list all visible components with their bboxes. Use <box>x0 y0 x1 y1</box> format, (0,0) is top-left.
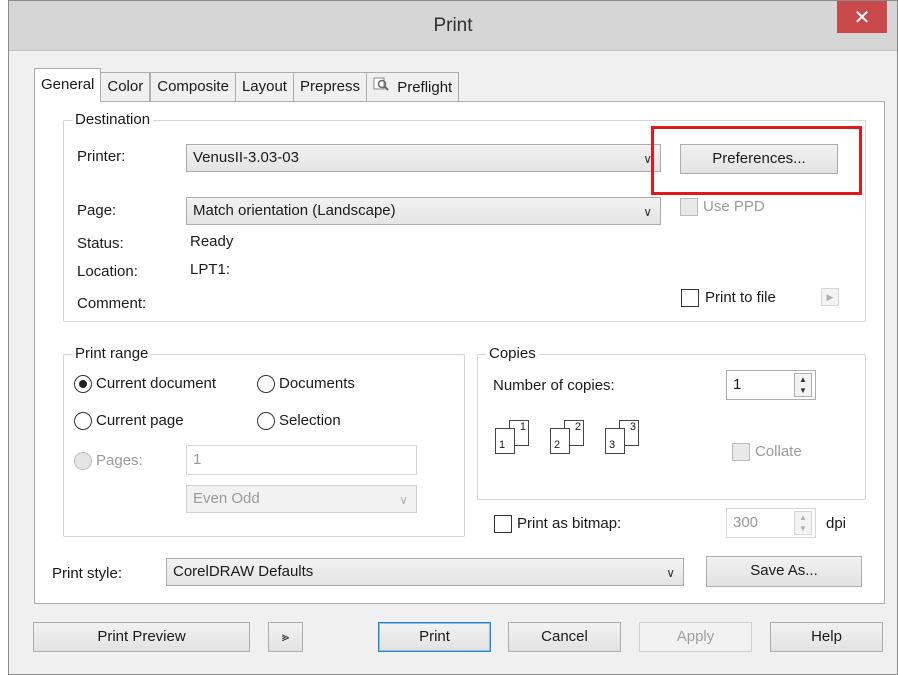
tab-composite[interactable]: Composite <box>150 72 236 102</box>
tab-strip: General Color Composite Layout Prepress … <box>34 68 460 102</box>
double-arrow-icon: ⪢ <box>281 629 290 644</box>
destination-legend: Destination <box>72 111 154 129</box>
print-to-file-label: Print to file <box>705 289 776 306</box>
tab-preflight[interactable]: Preflight <box>367 72 460 102</box>
printer-value: VenusII-3.03-03 <box>193 149 299 166</box>
use-ppd-label: Use PPD <box>703 198 765 215</box>
close-icon: ✕ <box>853 6 871 29</box>
tab-color[interactable]: Color <box>101 72 151 102</box>
magnifier-icon <box>373 73 393 101</box>
even-odd-value: Even Odd <box>193 490 260 507</box>
chevron-down-icon: ∨ <box>643 205 652 219</box>
print-as-bitmap-checkbox[interactable] <box>494 515 512 533</box>
number-of-copies-label: Number of copies: <box>493 377 615 394</box>
current-document-radio[interactable] <box>74 375 92 393</box>
sheet-front: 3 <box>605 428 625 454</box>
pages-input[interactable]: 1 <box>186 445 417 475</box>
highlight-box <box>651 126 862 195</box>
print-to-file-checkbox[interactable] <box>681 289 699 307</box>
collate-label: Collate <box>755 443 802 460</box>
current-page-radio[interactable] <box>74 412 92 430</box>
apply-button[interactable]: Apply <box>639 622 752 652</box>
selection-radio[interactable] <box>257 412 275 430</box>
print-preview-button[interactable]: Print Preview <box>33 622 250 652</box>
dpi-value: 300 <box>733 514 759 531</box>
print-style-value: CorelDRAW Defaults <box>173 563 314 580</box>
sheet-front: 2 <box>550 428 570 454</box>
pages-label: Pages: <box>96 452 143 469</box>
selection-label: Selection <box>279 412 341 429</box>
tab-prepress[interactable]: Prepress <box>293 72 368 102</box>
collate-copy-2-icon: 2 2 <box>546 420 596 456</box>
copies-value: 1 <box>733 376 742 393</box>
printer-label: Printer: <box>77 148 126 165</box>
help-button[interactable]: Help <box>770 622 883 652</box>
print-range-legend: Print range <box>72 345 152 363</box>
save-as-button[interactable]: Save As... <box>706 556 862 587</box>
comment-label: Comment: <box>77 295 147 312</box>
documents-radio[interactable] <box>257 375 275 393</box>
tab-general[interactable]: General <box>34 68 102 102</box>
close-button[interactable]: ✕ <box>837 1 887 33</box>
status-label: Status: <box>77 235 124 252</box>
page-label: Page: <box>77 202 117 219</box>
copies-legend: Copies <box>486 345 539 363</box>
print-as-bitmap-label: Print as bitmap: <box>517 515 622 532</box>
sheet-front: 1 <box>495 428 515 454</box>
print-button[interactable]: Print <box>378 622 491 652</box>
play-arrow-icon[interactable]: ▶ <box>821 288 839 306</box>
page-value: Match orientation (Landscape) <box>193 202 396 219</box>
collate-checkbox[interactable] <box>732 443 750 461</box>
current-page-label: Current page <box>96 412 184 429</box>
current-document-label: Current document <box>96 375 217 392</box>
dpi-spinner[interactable]: ▲ ▼ <box>794 511 812 535</box>
copies-spinner[interactable]: ▲ ▼ <box>794 373 812 397</box>
status-value: Ready <box>190 233 234 250</box>
window-title: Print <box>433 15 473 36</box>
use-ppd-checkbox[interactable] <box>680 198 698 216</box>
location-label: Location: <box>77 263 138 280</box>
print-style-label: Print style: <box>52 565 123 582</box>
preview-toggle-button[interactable]: ⪢ <box>268 622 303 652</box>
tab-preflight-label: Preflight <box>397 79 453 96</box>
chevron-down-icon: ∨ <box>399 493 408 507</box>
cancel-button[interactable]: Cancel <box>508 622 621 652</box>
chevron-down-icon: ∨ <box>666 566 675 580</box>
general-tab-panel: Destination Printer: VenusII-3.03-03 ∨ P… <box>34 101 885 604</box>
collate-copy-3-icon: 3 3 <box>601 420 651 456</box>
printer-select[interactable]: VenusII-3.03-03 ∨ <box>186 144 661 172</box>
title-bar[interactable]: Print ✕ <box>9 1 897 51</box>
pages-radio[interactable] <box>74 452 92 470</box>
collate-copy-1-icon: 1 1 <box>491 420 541 456</box>
location-value: LPT1: <box>190 261 231 278</box>
documents-label: Documents <box>279 375 355 392</box>
page-select[interactable]: Match orientation (Landscape) ∨ <box>186 197 661 225</box>
print-style-select[interactable]: CorelDRAW Defaults ∨ <box>166 558 684 586</box>
print-dialog: Print ✕ General Color Composite Layout P… <box>8 0 898 675</box>
even-odd-select[interactable]: Even Odd ∨ <box>186 485 417 513</box>
dpi-unit: dpi <box>826 515 847 532</box>
tab-layout[interactable]: Layout <box>235 72 294 102</box>
